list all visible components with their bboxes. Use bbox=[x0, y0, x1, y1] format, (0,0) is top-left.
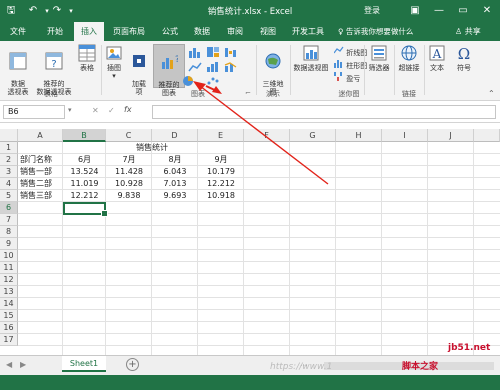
next-sheet-icon[interactable]: ▶ bbox=[20, 360, 26, 369]
status-bar bbox=[0, 375, 500, 390]
sheet-tab-sheet1[interactable]: Sheet1 bbox=[62, 356, 106, 372]
annotation-pointer-head bbox=[212, 86, 222, 94]
annotation-arrows bbox=[193, 81, 329, 185]
watermark-brand: 脚本之家 bbox=[402, 362, 439, 372]
watermark-site: jb51.net bbox=[448, 343, 491, 353]
prev-sheet-icon[interactable]: ◀ bbox=[6, 360, 12, 369]
watermark-url: https://www.1 bbox=[270, 362, 333, 372]
annotation-arrow-line bbox=[199, 85, 329, 185]
add-sheet-button[interactable]: + bbox=[126, 358, 139, 371]
